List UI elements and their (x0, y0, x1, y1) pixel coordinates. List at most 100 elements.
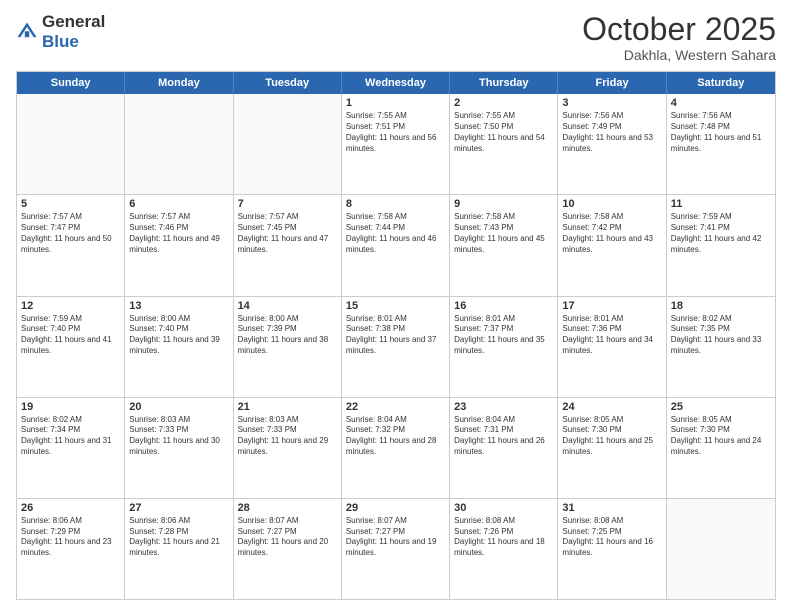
day-cell-15: 15Sunrise: 8:01 AMSunset: 7:38 PMDayligh… (342, 297, 450, 397)
day-cell-28: 28 Sunrise: 8:07 AMSunset: 7:27 PMDayligh… (234, 499, 342, 599)
week-row-2: 5Sunrise: 7:57 AMSunset: 7:47 PMDaylight… (17, 194, 775, 295)
day-info: Sunrise: 8:05 AMSunset: 7:30 PMDaylight:… (562, 415, 661, 458)
day-info: Sunrise: 8:07 AMSunset: 7:27 PMDaylight:… (238, 516, 337, 559)
week-row-1: 1 Sunrise: 7:55 AMSunset: 7:51 PMDaylight… (17, 94, 775, 194)
day-number: 20 (129, 401, 228, 413)
day-cell-27: 27 Sunrise: 8:06 AMSunset: 7:28 PMDayligh… (125, 499, 233, 599)
day-cell-6: 6Sunrise: 7:57 AMSunset: 7:46 PMDaylight… (125, 195, 233, 295)
week-row-5: 26Sunrise: 8:06 AMSunset: 7:29 PMDayligh… (17, 498, 775, 599)
day-number: 22 (346, 401, 445, 413)
day-cell-23: 23Sunrise: 8:04 AMSunset: 7:31 PMDayligh… (450, 398, 558, 498)
day-cell-20: 20Sunrise: 8:03 AMSunset: 7:33 PMDayligh… (125, 398, 233, 498)
header-day-sunday: Sunday (17, 72, 125, 94)
day-cell-24: 24 Sunrise: 8:05 AMSunset: 7:30 PMDayligh… (558, 398, 666, 498)
day-cell-empty (667, 499, 775, 599)
header-day-saturday: Saturday (667, 72, 775, 94)
logo: General Blue (16, 12, 105, 52)
day-number: 26 (21, 502, 120, 514)
day-cell-5: 5Sunrise: 7:57 AMSunset: 7:47 PMDaylight… (17, 195, 125, 295)
day-info: Sunrise: 8:02 AMSunset: 7:34 PMDaylight:… (21, 415, 120, 458)
page: General Blue October 2025 Dakhla, Wester… (0, 0, 792, 612)
day-cell-31: 31Sunrise: 8:08 AMSunset: 7:25 PMDayligh… (558, 499, 666, 599)
day-number: 29 (346, 502, 445, 514)
header-day-thursday: Thursday (450, 72, 558, 94)
title-block: October 2025 Dakhla, Western Sahara (582, 12, 776, 63)
day-cell-7: 7Sunrise: 7:57 AMSunset: 7:45 PMDaylight… (234, 195, 342, 295)
day-cell-18: 18Sunrise: 8:02 AMSunset: 7:35 PMDayligh… (667, 297, 775, 397)
day-cell-2: 2 Sunrise: 7:55 AMSunset: 7:50 PMDaylight… (450, 94, 558, 194)
day-number: 14 (238, 300, 337, 312)
day-number: 19 (21, 401, 120, 413)
day-info: Sunrise: 7:58 AMSunset: 7:42 PMDaylight:… (562, 212, 661, 255)
day-info: Sunrise: 7:59 AMSunset: 7:41 PMDaylight:… (671, 212, 771, 255)
day-number: 10 (562, 198, 661, 210)
day-cell-12: 12 Sunrise: 7:59 AMSunset: 7:40 PMDayligh… (17, 297, 125, 397)
day-number: 13 (129, 300, 228, 312)
day-number: 25 (671, 401, 771, 413)
day-cell-22: 22 Sunrise: 8:04 AMSunset: 7:32 PMDayligh… (342, 398, 450, 498)
day-cell-21: 21 Sunrise: 8:03 AMSunset: 7:33 PMDayligh… (234, 398, 342, 498)
day-number: 4 (671, 97, 771, 109)
header-day-friday: Friday (558, 72, 666, 94)
location-title: Dakhla, Western Sahara (582, 47, 776, 63)
day-cell-19: 19 Sunrise: 8:02 AMSunset: 7:34 PMDayligh… (17, 398, 125, 498)
day-cell-17: 17Sunrise: 8:01 AMSunset: 7:36 PMDayligh… (558, 297, 666, 397)
day-info: Sunrise: 7:56 AMSunset: 7:49 PMDaylight:… (562, 111, 661, 154)
day-number: 9 (454, 198, 553, 210)
header-day-wednesday: Wednesday (342, 72, 450, 94)
day-info: Sunrise: 7:55 AMSunset: 7:50 PMDaylight:… (454, 111, 553, 154)
day-cell-16: 16 Sunrise: 8:01 AMSunset: 7:37 PMDayligh… (450, 297, 558, 397)
day-info: Sunrise: 8:03 AMSunset: 7:33 PMDaylight:… (238, 415, 337, 458)
day-number: 12 (21, 300, 120, 312)
day-info: Sunrise: 7:56 AMSunset: 7:48 PMDaylight:… (671, 111, 771, 154)
day-cell-26: 26Sunrise: 8:06 AMSunset: 7:29 PMDayligh… (17, 499, 125, 599)
day-number: 6 (129, 198, 228, 210)
header-day-monday: Monday (125, 72, 233, 94)
day-number: 1 (346, 97, 445, 109)
day-info: Sunrise: 8:05 AMSunset: 7:30 PMDaylight:… (671, 415, 771, 458)
day-cell-10: 10 Sunrise: 7:58 AMSunset: 7:42 PMDayligh… (558, 195, 666, 295)
day-info: Sunrise: 8:01 AMSunset: 7:36 PMDaylight:… (562, 314, 661, 357)
day-number: 27 (129, 502, 228, 514)
day-number: 16 (454, 300, 553, 312)
day-number: 31 (562, 502, 661, 514)
day-info: Sunrise: 7:59 AMSunset: 7:40 PMDaylight:… (21, 314, 120, 357)
day-number: 30 (454, 502, 553, 514)
day-info: Sunrise: 8:02 AMSunset: 7:35 PMDaylight:… (671, 314, 771, 357)
logo-text: General Blue (42, 12, 105, 52)
day-info: Sunrise: 7:58 AMSunset: 7:43 PMDaylight:… (454, 212, 553, 255)
day-cell-8: 8Sunrise: 7:58 AMSunset: 7:44 PMDaylight… (342, 195, 450, 295)
day-cell-11: 11Sunrise: 7:59 AMSunset: 7:41 PMDayligh… (667, 195, 775, 295)
calendar: SundayMondayTuesdayWednesdayThursdayFrid… (16, 71, 776, 600)
day-number: 3 (562, 97, 661, 109)
month-title: October 2025 (582, 12, 776, 47)
day-cell-empty (17, 94, 125, 194)
logo-icon (16, 21, 38, 43)
day-number: 21 (238, 401, 337, 413)
day-info: Sunrise: 8:04 AMSunset: 7:32 PMDaylight:… (346, 415, 445, 458)
day-cell-30: 30 Sunrise: 8:08 AMSunset: 7:26 PMDayligh… (450, 499, 558, 599)
day-info: Sunrise: 8:00 AMSunset: 7:39 PMDaylight:… (238, 314, 337, 357)
header-day-tuesday: Tuesday (234, 72, 342, 94)
day-info: Sunrise: 8:01 AMSunset: 7:38 PMDaylight:… (346, 314, 445, 357)
day-cell-25: 25 Sunrise: 8:05 AMSunset: 7:30 PMDayligh… (667, 398, 775, 498)
day-cell-13: 13Sunrise: 8:00 AMSunset: 7:40 PMDayligh… (125, 297, 233, 397)
day-info: Sunrise: 8:04 AMSunset: 7:31 PMDaylight:… (454, 415, 553, 458)
day-info: Sunrise: 8:07 AMSunset: 7:27 PMDaylight:… (346, 516, 445, 559)
day-number: 24 (562, 401, 661, 413)
day-cell-empty (234, 94, 342, 194)
day-cell-empty (125, 94, 233, 194)
week-row-3: 12 Sunrise: 7:59 AMSunset: 7:40 PMDayligh… (17, 296, 775, 397)
day-cell-4: 4 Sunrise: 7:56 AMSunset: 7:48 PMDaylight… (667, 94, 775, 194)
week-row-4: 19 Sunrise: 8:02 AMSunset: 7:34 PMDayligh… (17, 397, 775, 498)
day-info: Sunrise: 7:55 AMSunset: 7:51 PMDaylight:… (346, 111, 445, 154)
day-info: Sunrise: 8:06 AMSunset: 7:28 PMDaylight:… (129, 516, 228, 559)
day-cell-14: 14 Sunrise: 8:00 AMSunset: 7:39 PMDayligh… (234, 297, 342, 397)
day-info: Sunrise: 8:08 AMSunset: 7:26 PMDaylight:… (454, 516, 553, 559)
calendar-header: SundayMondayTuesdayWednesdayThursdayFrid… (17, 72, 775, 94)
day-cell-29: 29 Sunrise: 8:07 AMSunset: 7:27 PMDayligh… (342, 499, 450, 599)
day-number: 2 (454, 97, 553, 109)
day-info: Sunrise: 8:01 AMSunset: 7:37 PMDaylight:… (454, 314, 553, 357)
day-number: 28 (238, 502, 337, 514)
day-cell-3: 3 Sunrise: 7:56 AMSunset: 7:49 PMDaylight… (558, 94, 666, 194)
